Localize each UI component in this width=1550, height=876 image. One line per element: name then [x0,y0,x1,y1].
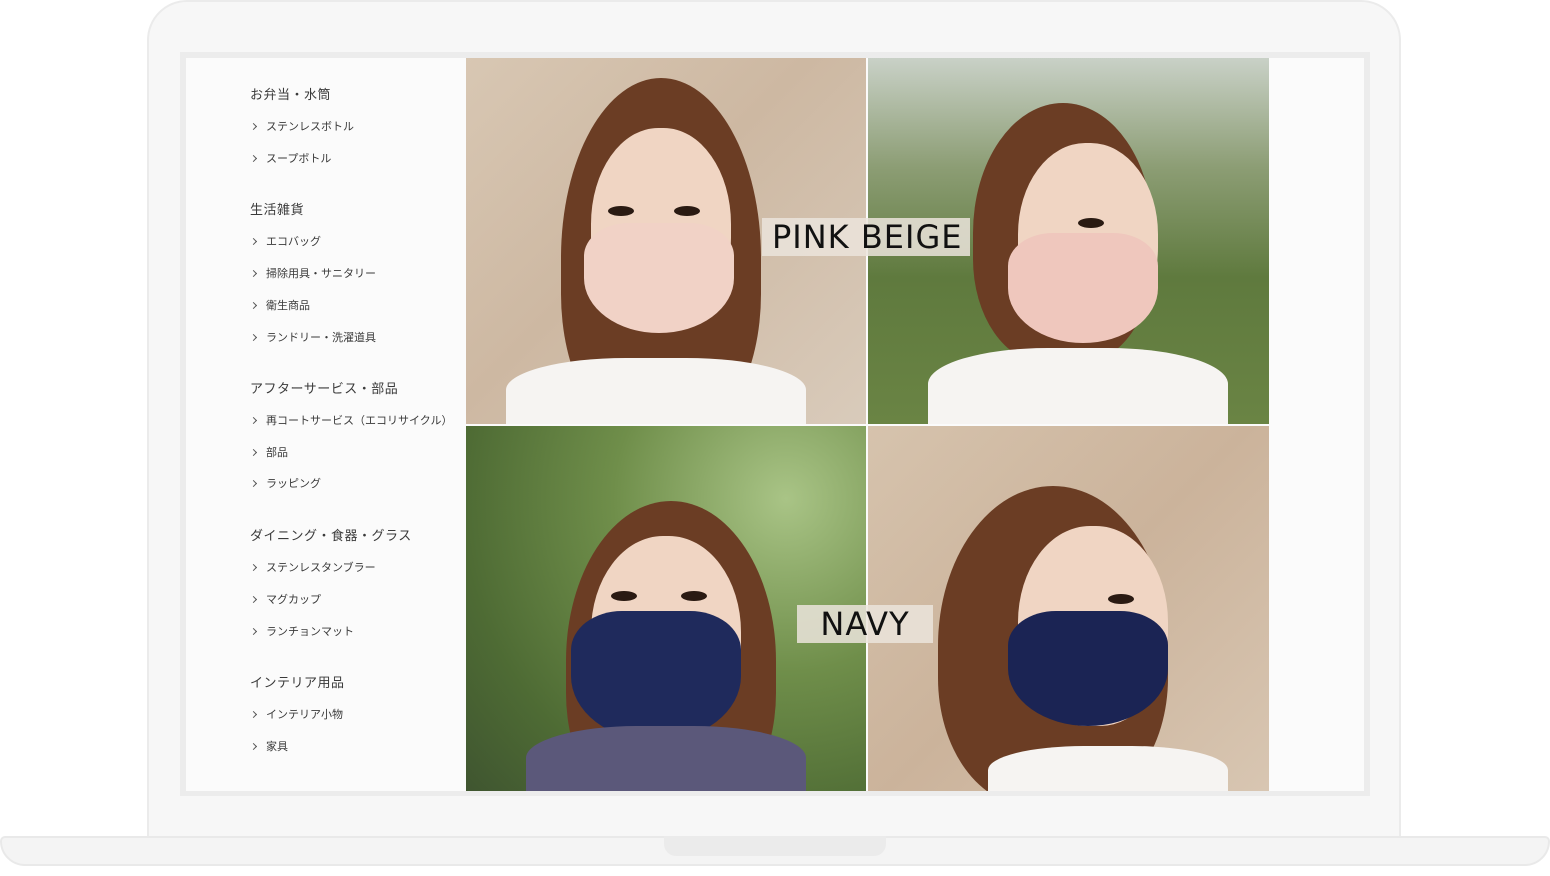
sidebar-item-recoat[interactable]: 再コートサービス（エコリサイクル） [249,412,453,428]
laptop-notch [664,836,886,856]
color-label-pink-beige: PINK BEIGE [762,218,970,256]
category-heading-bento[interactable]: お弁当・水筒 [250,84,331,103]
category-sidebar: お弁当・水筒 ステンレスボトル スープボトル 生活雑貨 エコバッグ 掃除用具・サ… [186,58,466,791]
sidebar-item-label: ステンレスタンブラー [266,561,376,574]
category-heading-interior[interactable]: インテリア用品 [250,672,345,691]
category-heading-dining[interactable]: ダイニング・食器・グラス [250,525,412,544]
sidebar-item-label: 家具 [266,740,288,753]
category-heading-household[interactable]: 生活雑貨 [250,199,304,218]
mask-hero-image[interactable]: PINK BEIGE NAVY [466,58,1269,791]
sidebar-item-soup-bottle[interactable]: スープボトル [249,150,332,166]
sidebar-item-hygiene[interactable]: 衛生商品 [249,297,310,313]
sidebar-item-cleaning[interactable]: 掃除用具・サニタリー [249,265,376,281]
chevron-right-icon [249,595,258,603]
sidebar-item-label: ランドリー・洗濯道具 [266,331,376,344]
sidebar-item-laundry[interactable]: ランドリー・洗濯道具 [249,329,376,345]
sidebar-item-label: ステンレスボトル [266,120,354,133]
sidebar-item-eco-bag[interactable]: エコバッグ [249,233,321,249]
sidebar-item-luncheon-mat[interactable]: ランチョンマット [249,623,354,639]
sidebar-item-parts[interactable]: 部品 [249,444,288,460]
sidebar-item-label: スープボトル [266,152,332,165]
chevron-right-icon [249,448,258,456]
sidebar-item-label: エコバッグ [266,235,321,248]
chevron-right-icon [249,122,258,130]
chevron-right-icon [249,479,258,487]
chevron-right-icon [249,269,258,277]
category-heading-after-service[interactable]: アフターサービス・部品 [250,378,398,397]
chevron-right-icon [249,301,258,309]
sidebar-item-label: 再コートサービス（エコリサイクル） [266,414,453,427]
chevron-right-icon [249,154,258,162]
chevron-right-icon [249,416,258,424]
chevron-right-icon [249,563,258,571]
sidebar-item-label: 衛生商品 [266,299,310,312]
sidebar-item-furniture[interactable]: 家具 [249,738,288,754]
browser-viewport: お弁当・水筒 ステンレスボトル スープボトル 生活雑貨 エコバッグ 掃除用具・サ… [186,58,1364,791]
sidebar-item-label: 部品 [266,446,288,459]
sidebar-item-label: マグカップ [266,593,321,606]
chevron-right-icon [249,237,258,245]
sidebar-item-label: 掃除用具・サニタリー [266,267,376,280]
chevron-right-icon [249,710,258,718]
sidebar-item-stainless-tumbler[interactable]: ステンレスタンブラー [249,559,376,575]
sidebar-item-interior-accessories[interactable]: インテリア小物 [249,706,343,722]
sidebar-item-mug[interactable]: マグカップ [249,591,321,607]
sidebar-item-stainless-bottle[interactable]: ステンレスボトル [249,118,354,134]
sidebar-item-label: ランチョンマット [266,625,354,638]
chevron-right-icon [249,627,258,635]
chevron-right-icon [249,742,258,750]
color-label-navy: NAVY [797,605,933,643]
sidebar-item-wrapping[interactable]: ラッピング [249,475,321,491]
sidebar-item-label: ラッピング [266,477,321,490]
chevron-right-icon [249,333,258,341]
sidebar-item-label: インテリア小物 [266,708,343,721]
